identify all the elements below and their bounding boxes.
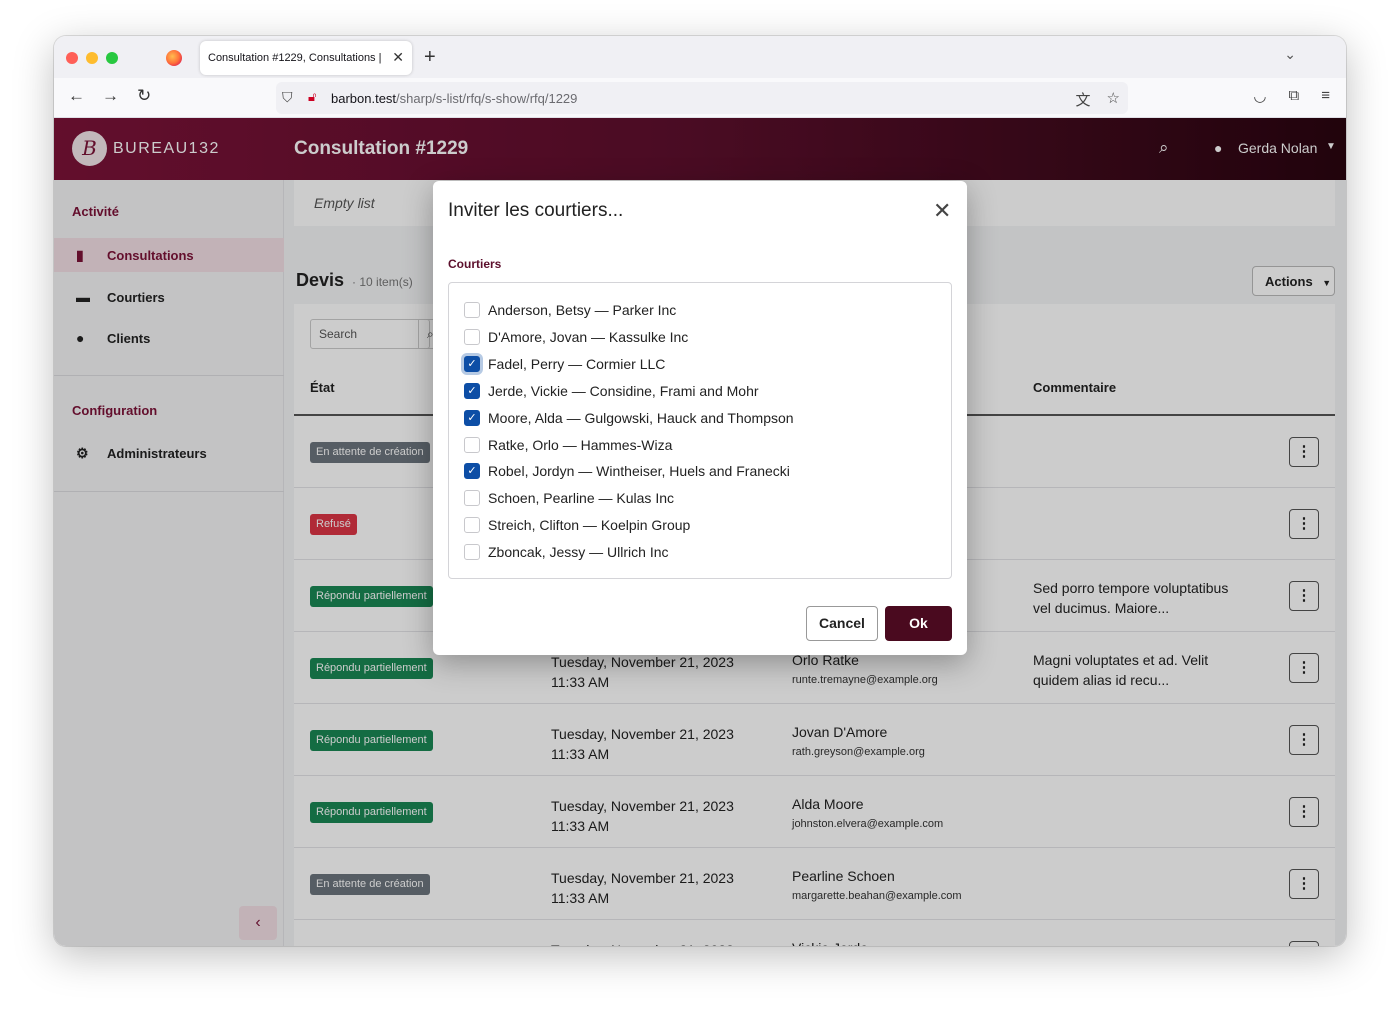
broker-option-label[interactable]: Moore, Alda — Gulgowski, Hauck and Thomp… <box>488 410 794 426</box>
url-bar[interactable]: ⛉ 🔓︎ barbon.test/sharp/s-list/rfq/s-show… <box>276 82 1128 114</box>
minimize-window-button[interactable] <box>86 52 98 64</box>
broker-option-label[interactable]: Streich, Clifton — Koelpin Group <box>488 517 690 533</box>
broker-option-label[interactable]: Zboncak, Jessy — Ullrich Inc <box>488 544 669 560</box>
url-domain: barbon.test <box>331 91 397 106</box>
checkbox[interactable]: ✓ <box>464 463 480 480</box>
broker-option-label[interactable]: Anderson, Betsy — Parker Inc <box>488 302 676 318</box>
broker-option[interactable]: ✓ Fadel, Perry — Cormier LLC <box>464 354 944 374</box>
firefox-icon <box>166 50 182 66</box>
zoom-window-button[interactable] <box>106 52 118 64</box>
tab-list-chevron-icon[interactable]: ⌄ <box>1284 46 1296 63</box>
browser-tab[interactable]: Consultation #1229, Consultations | ✕ <box>200 41 412 75</box>
translate-icon[interactable]: 文 <box>1076 89 1091 110</box>
window-controls <box>66 52 118 64</box>
extensions-icon[interactable]: ⧉ <box>1289 87 1300 105</box>
browser-tab-bar: Consultation #1229, Consultations | ✕ + … <box>54 36 1346 78</box>
broker-option[interactable]: ✓ Robel, Jordyn — Wintheiser, Huels and F… <box>464 461 944 481</box>
broker-option-label[interactable]: Schoen, Pearline — Kulas Inc <box>488 490 674 506</box>
forward-arrow-icon[interactable]: → <box>102 86 119 106</box>
tab-title: Consultation #1229, Consultations | <box>208 52 382 64</box>
checkbox[interactable]: ✓ <box>464 382 480 399</box>
browser-window: Consultation #1229, Consultations | ✕ + … <box>54 36 1346 946</box>
checkbox[interactable] <box>464 302 480 318</box>
checkbox[interactable]: ✓ <box>464 409 480 426</box>
insecure-lock-icon[interactable]: 🔓︎ <box>308 89 316 105</box>
broker-option-label[interactable]: Jerde, Vickie — Considine, Frami and Moh… <box>488 383 759 399</box>
cancel-button[interactable]: Cancel <box>806 606 878 641</box>
checkbox[interactable] <box>464 328 480 345</box>
url-text[interactable]: barbon.test/sharp/s-list/rfq/s-show/rfq/… <box>331 91 577 106</box>
broker-option[interactable]: D'Amore, Jovan — Kassulke Inc <box>464 327 944 347</box>
brokers-checklist: Anderson, Betsy — Parker Inc D'Amore, Jov… <box>448 282 952 579</box>
invite-brokers-modal: Inviter les courtiers... ✕ Courtiers And… <box>433 181 967 655</box>
broker-option-label[interactable]: Ratke, Orlo — Hammes-Wiza <box>488 437 672 453</box>
reload-icon[interactable]: ↻ <box>137 86 151 106</box>
menu-hamburger-icon[interactable]: ≡ <box>1321 87 1330 105</box>
field-label: Courtiers <box>448 257 502 271</box>
checkbox[interactable] <box>464 544 480 561</box>
new-tab-icon[interactable]: + <box>424 46 436 69</box>
shield-icon[interactable]: ⛉ <box>282 89 293 106</box>
broker-option[interactable]: Ratke, Orlo — Hammes-Wiza <box>464 435 944 455</box>
broker-option-label[interactable]: D'Amore, Jovan — Kassulke Inc <box>488 329 688 345</box>
broker-option[interactable]: Anderson, Betsy — Parker Inc <box>464 300 944 320</box>
url-path: /sharp/s-list/rfq/s-show/rfq/1229 <box>396 91 578 106</box>
bookmark-star-icon[interactable]: ☆ <box>1107 89 1120 110</box>
broker-option[interactable]: ✓ Moore, Alda — Gulgowski, Hauck and Thom… <box>464 408 944 428</box>
broker-option[interactable]: Schoen, Pearline — Kulas Inc <box>464 488 944 508</box>
broker-option[interactable]: Streich, Clifton — Koelpin Group <box>464 515 944 535</box>
pocket-icon[interactable]: ◡ <box>1253 87 1266 105</box>
close-window-button[interactable] <box>66 52 78 64</box>
broker-option[interactable]: Zboncak, Jessy — Ullrich Inc <box>464 542 944 562</box>
broker-option-label[interactable]: Fadel, Perry — Cormier LLC <box>488 356 665 372</box>
checkbox[interactable] <box>464 436 480 453</box>
broker-option[interactable]: ✓ Jerde, Vickie — Considine, Frami and Mo… <box>464 381 944 401</box>
back-arrow-icon[interactable]: ← <box>68 86 85 106</box>
ok-button[interactable]: Ok <box>885 606 952 641</box>
modal-title: Inviter les courtiers... <box>448 200 624 221</box>
close-icon[interactable]: ✕ <box>933 198 951 224</box>
checkbox[interactable]: ✓ <box>464 355 480 372</box>
tab-close-icon[interactable]: ✕ <box>392 49 404 66</box>
checkbox[interactable] <box>464 517 480 534</box>
broker-option-label[interactable]: Robel, Jordyn — Wintheiser, Huels and Fr… <box>488 463 790 479</box>
app-root: B BUREAU132 Consultation #1229 ⌕ ● Gerda… <box>54 118 1346 946</box>
checkbox[interactable] <box>464 490 480 507</box>
browser-nav-bar: ← → ↻ ⛉ 🔓︎ barbon.test/sharp/s-list/rfq/… <box>54 78 1346 118</box>
